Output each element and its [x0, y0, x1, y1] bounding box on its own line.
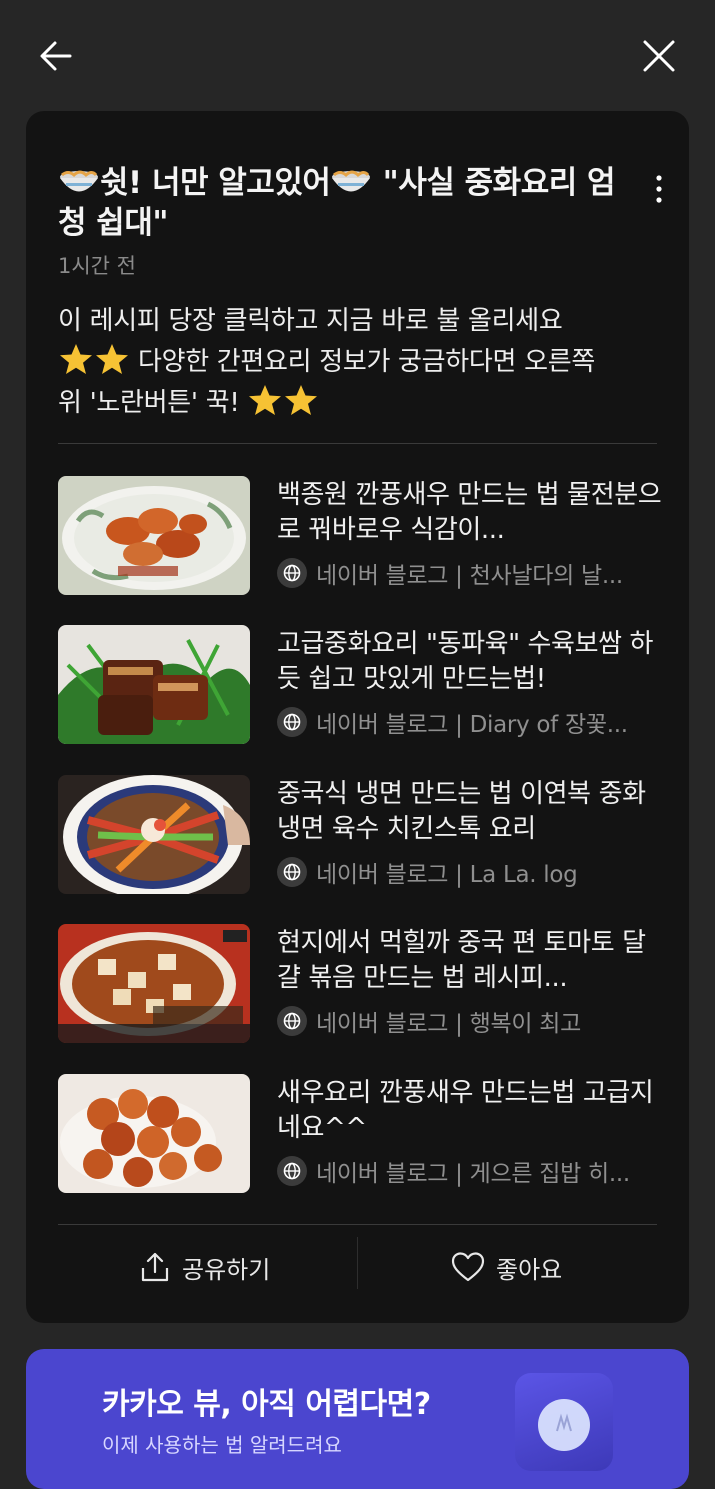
- share-label: 공유하기: [182, 1255, 271, 1284]
- item-title: 중국식 냉면 만드는 법 이연복 중화냉면 육수 치킨스톡 요리: [277, 779, 646, 844]
- list-item[interactable]: 중국식 냉면 만드는 법 이연복 중화냉면 육수 치킨스톡 요리 네이버 블로그…: [58, 775, 658, 895]
- close-icon: [643, 40, 675, 72]
- item-source-text: 네이버 블로그 | La La. log: [316, 862, 578, 888]
- list-item[interactable]: 백종원 깐풍새우 만드는 법 물전분으로 꿔바로우 식감이... 네이버 블로그…: [58, 476, 662, 596]
- help-banner[interactable]: 카카오 뷰, 아직 어렵다면? 이제 사용하는 법 알려드려요: [26, 1349, 689, 1489]
- divider: [58, 443, 657, 444]
- back-button[interactable]: [34, 34, 78, 78]
- thumbnail-image: [58, 1074, 250, 1193]
- item-title: 새우요리 깐풍새우 만드는법 고급지네요^^: [277, 1078, 654, 1143]
- share-button[interactable]: 공유하기: [138, 1247, 270, 1287]
- thumbnail-image: [58, 476, 250, 595]
- banner-subtitle: 이제 사용하는 법 알려드려요: [102, 1433, 342, 1457]
- heart-icon: [451, 1252, 485, 1282]
- post-card: 쉿! 너만 알고있어 "사실 중화요리 엄청 쉽대" 1시간 전 이 레시피 당…: [26, 111, 689, 1323]
- action-separator: [357, 1237, 358, 1289]
- item-source: 네이버 블로그 | La La. log: [277, 855, 662, 889]
- post-timestamp: 1시간 전: [58, 254, 136, 278]
- post-description-line: 다양한 간편요리 정보가 궁금하다면 오른쪽: [58, 342, 668, 383]
- item-title: 고급중화요리 "동파육" 수육보쌈 하듯 쉽고 맛있게 만드는법!: [277, 629, 653, 694]
- item-source-text: 네이버 블로그 | 행복이 최고: [316, 1011, 581, 1037]
- post-title: 쉿! 너만 알고있어 "사실 중화요리 엄청 쉽대": [58, 163, 618, 243]
- noodle-bowl-emoji: [60, 170, 98, 192]
- globe-icon: [277, 1156, 307, 1186]
- item-source-text: 네이버 블로그 | Diary of 장꽃...: [316, 712, 628, 738]
- item-source: 네이버 블로그 | 게으른 집밥 히...: [277, 1154, 662, 1188]
- item-source: 네이버 블로그 | 행복이 최고: [277, 1004, 662, 1038]
- globe-icon: [277, 857, 307, 887]
- like-label: 좋아요: [496, 1255, 563, 1284]
- item-source: 네이버 블로그 | Diary of 장꽃...: [277, 705, 662, 739]
- post-description-line: 위 '노란버튼' 꾹!: [58, 383, 668, 424]
- item-source-text: 네이버 블로그 | 천사날다의 날...: [316, 563, 623, 589]
- thumbnail-image: [58, 924, 250, 1043]
- post-description: 이 레시피 당장 클릭하고 지금 바로 불 올리세요 다양한 간편요리 정보가 …: [58, 301, 668, 424]
- item-title: 현지에서 먹힐까 중국 편 토마토 달걀 볶음 만드는 법 레시피...: [277, 928, 646, 993]
- lightbulb-icon: [515, 1373, 613, 1471]
- like-button[interactable]: 좋아요: [450, 1247, 562, 1287]
- noodle-bowl-emoji: [332, 170, 371, 192]
- more-vertical-icon: [656, 175, 662, 203]
- thumbnail-image: [58, 775, 250, 894]
- top-bar: [0, 0, 715, 110]
- item-title: 백종원 깐풍새우 만드는 법 물전분으로 꿔바로우 식감이...: [277, 480, 662, 545]
- star-emoji: [60, 344, 92, 374]
- post-title-part1: 쉿! 너만 알고있어: [100, 165, 331, 201]
- thumbnail-image: [58, 625, 250, 744]
- close-button[interactable]: [637, 34, 681, 78]
- globe-icon: [277, 558, 307, 588]
- more-options-button[interactable]: [647, 173, 671, 207]
- globe-icon: [277, 707, 307, 737]
- star-emoji: [285, 385, 318, 415]
- arrow-left-icon: [40, 41, 72, 71]
- star-emoji: [96, 344, 128, 374]
- item-source-text: 네이버 블로그 | 게으른 집밥 히...: [316, 1161, 630, 1187]
- globe-icon: [277, 1006, 307, 1036]
- item-source: 네이버 블로그 | 천사날다의 날...: [277, 556, 662, 590]
- share-icon: [141, 1252, 169, 1282]
- list-item[interactable]: 현지에서 먹힐까 중국 편 토마토 달걀 볶음 만드는 법 레시피... 네이버…: [58, 924, 658, 1044]
- post-description-text: 다양한 간편요리 정보가 궁금하다면 오른쪽: [130, 347, 595, 377]
- banner-title: 카카오 뷰, 아직 어렵다면?: [102, 1387, 431, 1422]
- list-item[interactable]: 고급중화요리 "동파육" 수육보쌈 하듯 쉽고 맛있게 만드는법! 네이버 블로…: [58, 625, 658, 745]
- post-description-line: 이 레시피 당장 클릭하고 지금 바로 불 올리세요: [58, 306, 563, 336]
- list-item[interactable]: 새우요리 깐풍새우 만드는법 고급지네요^^ 네이버 블로그 | 게으른 집밥 …: [58, 1074, 658, 1194]
- post-description-text: 위 '노란버튼' 꾹!: [58, 388, 248, 418]
- star-emoji: [249, 385, 282, 415]
- action-bar: 공유하기 좋아요: [58, 1225, 658, 1305]
